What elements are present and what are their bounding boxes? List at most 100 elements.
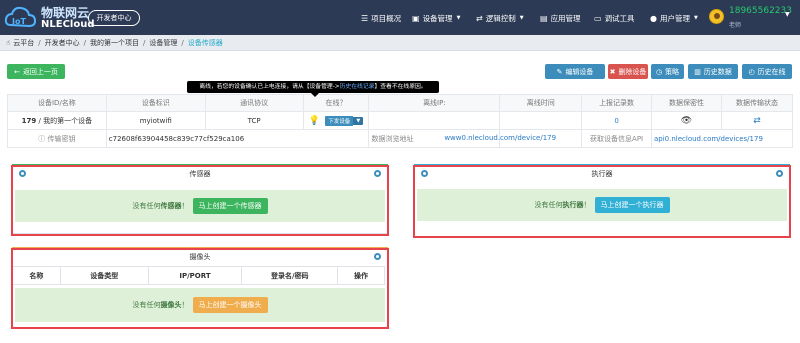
dispatch-device-label[interactable]: 下发设备 xyxy=(325,115,354,126)
camera-panel-header: 摄像头 xyxy=(13,250,387,264)
arrow-left-icon: ← xyxy=(14,67,20,76)
chart-icon: ◴ xyxy=(748,67,755,76)
create-camera-button[interactable]: 马上创建一个摄像头 xyxy=(192,297,268,313)
device-info-table: 设备ID/名称 设备标识 通讯协议 在线？ 离线IP: 离线时间 上报记录数 数… xyxy=(7,94,794,148)
collapse-icon[interactable] xyxy=(19,170,26,177)
column-header: 设备ID/名称 xyxy=(7,94,107,112)
browse-url-value[interactable]: www0.nlecloud.com/device/179 xyxy=(444,129,583,148)
report-count-link[interactable]: 0 xyxy=(581,111,652,130)
sensor-empty-state: 没有任何传感器！ 马上创建一个传感器 xyxy=(15,190,385,222)
device-id-cell: 179 / 我的第一个设备 xyxy=(7,111,107,130)
column-header: 操作 xyxy=(337,266,385,285)
developer-center-button[interactable]: 开发者中心 xyxy=(88,10,140,26)
caret-down-icon[interactable]: ▼ xyxy=(785,11,790,18)
back-button-label: 返回上一页 xyxy=(22,67,58,76)
breadcrumb-current: 设备传感器 xyxy=(187,38,223,47)
empty-prefix: 没有任何 xyxy=(132,301,161,309)
nav-device-management[interactable]: ▣ 设备管理 ▼ xyxy=(412,11,460,25)
app-icon: ▤ xyxy=(540,13,548,23)
dispatch-device-dropdown[interactable]: 下发设备 ▼ xyxy=(325,115,364,126)
camera-table: 名称 设备类型 IP/PORT 登录名/密码 操作 xyxy=(12,266,385,285)
caret-down-icon: ▼ xyxy=(519,15,524,21)
empty-bold: 传感器 xyxy=(160,202,182,210)
device-protocol: TCP xyxy=(204,111,304,130)
tooltip-history-link[interactable]: 历史在线记录 xyxy=(340,84,375,90)
history-data-button[interactable]: ▥ 历史数据 xyxy=(688,64,738,79)
online-status-cell: 💡 下发设备 ▼ xyxy=(302,111,370,130)
add-icon[interactable] xyxy=(374,253,381,260)
actuator-panel-title: 执行器 xyxy=(591,170,613,178)
column-header: 数据传输状态 xyxy=(720,94,794,112)
nav-label: 逻辑控制 xyxy=(485,13,516,23)
back-button[interactable]: ← 返回上一页 xyxy=(7,64,65,79)
breadcrumb-item[interactable]: 云平台 xyxy=(13,38,34,48)
device-identifier: myiotwifi xyxy=(105,111,206,130)
tooltip-prefix: 离线，若您的设备确认已上电连接，请从【设备管理-> xyxy=(199,84,340,90)
offline-tooltip: 离线，若您的设备确认已上电连接，请从【设备管理->历史在线记录】查看不在线原因。 xyxy=(187,81,439,93)
nav-label: 设备管理 xyxy=(422,13,453,23)
empty-suffix: ！ xyxy=(583,201,591,209)
info-icon: ⓘ xyxy=(38,134,46,143)
history-online-label: 历史在线 xyxy=(757,67,786,76)
top-navbar: IoT 物联网云 NLECloud 开发者中心 ☰ 项目概况 ▣ 设备管理 ▼ … xyxy=(0,0,800,35)
add-icon[interactable] xyxy=(374,170,381,177)
nav-logic-control[interactable]: ⇄ 逻辑控制 ▼ xyxy=(476,11,524,25)
table-header-row: 设备ID/名称 设备标识 通讯协议 在线？ 离线IP: 离线时间 上报记录数 数… xyxy=(7,94,794,112)
empty-suffix: ！ xyxy=(181,301,189,309)
delete-device-button[interactable]: ✖ 删除设备 xyxy=(608,64,648,79)
empty-text: 没有任何执行器！ xyxy=(535,200,591,210)
camera-empty-state: 没有任何摄像头！ 马上创建一个摄像头 xyxy=(15,288,385,322)
table-header-row: 名称 设备类型 IP/PORT 登录名/密码 操作 xyxy=(12,266,385,285)
shuffle-icon: ⇄ xyxy=(476,13,483,23)
home-icon: ☝ xyxy=(6,38,11,47)
nav-label: 项目概况 xyxy=(371,13,402,23)
breadcrumb-separator: / xyxy=(38,38,41,47)
api-url-link[interactable]: api0.nlecloud.com/devices/179 xyxy=(651,129,793,148)
eye-icon[interactable]: 👁 xyxy=(681,116,692,126)
breadcrumb-item[interactable]: 开发者中心 xyxy=(45,38,80,48)
history-button-label: 历史数据 xyxy=(703,67,732,76)
transfer-arrows-icon[interactable]: ⇄ xyxy=(753,116,761,126)
sensor-panel-title: 传感器 xyxy=(189,170,211,178)
edit-device-button[interactable]: ✎ 编辑设备 xyxy=(545,64,605,79)
privacy-cell: 👁 xyxy=(651,111,722,130)
breadcrumb-separator: / xyxy=(181,38,184,47)
device-id: 179 xyxy=(21,116,37,125)
empty-text: 没有任何摄像头！ xyxy=(133,300,189,310)
nav-debug-tools[interactable]: ▭ 调试工具 xyxy=(594,11,635,25)
breadcrumb-separator: / xyxy=(142,38,146,47)
avatar[interactable] xyxy=(709,9,724,24)
user-phone[interactable]: 18965562233 xyxy=(729,6,792,16)
browse-url-link[interactable]: www0.nlecloud.com/device/179 xyxy=(444,134,556,142)
menu-icon: ☰ xyxy=(361,13,369,23)
add-icon[interactable] xyxy=(776,170,783,177)
breadcrumb-item[interactable]: 设备管理 xyxy=(149,38,177,48)
column-header: 登录名/密码 xyxy=(241,266,339,285)
nav-app-management[interactable]: ▤ 应用管理 xyxy=(540,11,581,25)
column-header: 名称 xyxy=(12,266,61,285)
create-actuator-button[interactable]: 马上创建一个执行器 xyxy=(594,197,670,213)
brand-name-en: NLECloud xyxy=(41,19,95,30)
delete-button-label: 删除设备 xyxy=(618,67,647,76)
lightbulb-icon: 💡 xyxy=(308,115,321,126)
api-url-label: 获取设备信息API xyxy=(581,129,652,148)
nav-project-overview[interactable]: ☰ 项目概况 xyxy=(361,11,401,25)
chart-icon: ▥ xyxy=(694,67,701,76)
nav-user-management[interactable]: ● 用户管理 ▼ xyxy=(650,11,698,25)
collapse-icon[interactable] xyxy=(421,170,428,177)
tooltip-arrow xyxy=(311,93,319,97)
edit-button-label: 编辑设备 xyxy=(565,67,594,76)
caret-down-icon[interactable]: ▼ xyxy=(353,116,364,125)
empty-prefix: 没有任何 xyxy=(132,202,161,210)
debug-icon: ▭ xyxy=(594,13,602,23)
column-header: 离线时间 xyxy=(499,94,583,112)
column-header: 设备类型 xyxy=(59,266,149,285)
history-online-button[interactable]: ◴ 历史在线 xyxy=(742,64,792,79)
offline-time-cell xyxy=(499,111,583,130)
offline-ip-cell xyxy=(368,111,501,130)
breadcrumb-item[interactable]: 我的第一个项目 xyxy=(90,38,139,48)
column-header: 设备标识 xyxy=(105,94,206,112)
cloud-logo-icon[interactable]: IoT xyxy=(4,3,36,33)
policy-button[interactable]: ◷ 策略 xyxy=(651,64,684,79)
create-sensor-button[interactable]: 马上创建一个传感器 xyxy=(192,198,268,214)
